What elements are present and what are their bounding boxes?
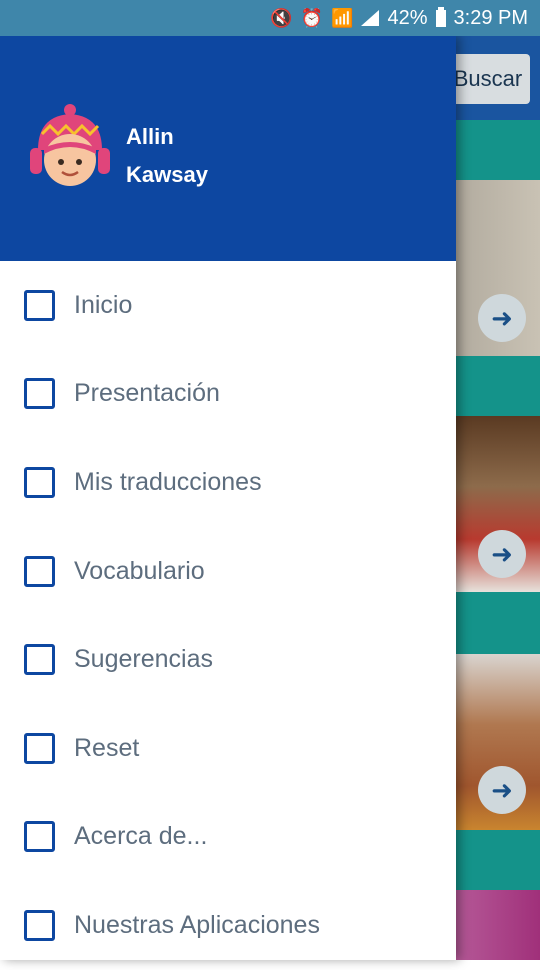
signal-icon xyxy=(361,10,380,26)
menu-item-mis-traducciones[interactable]: Mis traducciones xyxy=(0,438,456,527)
arrow-right-icon[interactable]: ➜ xyxy=(478,766,526,814)
menu-item-acerca-de[interactable]: Acerca de... xyxy=(0,793,456,882)
menu-item-label: Mis traducciones xyxy=(74,467,262,496)
clock: 3:29 PM xyxy=(453,6,528,29)
checkbox-icon xyxy=(24,644,55,676)
menu-item-sugerencias[interactable]: Sugerencias xyxy=(0,615,456,704)
status-bar: 🔇 ⏰ 📶 42% 3:29 PM xyxy=(0,0,540,36)
battery-charging-icon xyxy=(435,6,446,27)
wifi-icon: 📶 xyxy=(331,8,354,28)
checkbox-icon xyxy=(24,378,55,410)
profile-last-name: Kawsay xyxy=(126,162,208,187)
menu-item-label: Inicio xyxy=(74,290,133,319)
menu-item-vocabulario[interactable]: Vocabulario xyxy=(0,527,456,616)
menu-item-label: Presentación xyxy=(74,379,220,408)
menu-item-reset[interactable]: Reset xyxy=(0,704,456,793)
checkbox-icon xyxy=(24,555,55,587)
menu-item-inicio[interactable]: Inicio xyxy=(0,261,456,350)
checkbox-icon xyxy=(24,821,55,853)
status-icons: 🔇 ⏰ 📶 42% 3:29 PM xyxy=(270,0,528,36)
checkbox-icon xyxy=(24,909,55,941)
checkbox-icon xyxy=(24,732,55,764)
checkbox-icon xyxy=(24,466,55,498)
drawer-menu: Inicio Presentación Mis traducciones Voc… xyxy=(0,261,456,970)
menu-item-label: Sugerencias xyxy=(74,645,213,674)
navigation-drawer: Allin Kawsay Inicio Presentación Mis tra… xyxy=(0,36,456,960)
battery-percent: 42% xyxy=(387,6,428,29)
menu-item-label: Nuestras Aplicaciones xyxy=(74,910,320,939)
menu-item-presentacion[interactable]: Presentación xyxy=(0,350,456,439)
checkbox-icon xyxy=(24,289,55,321)
profile-name: Allin Kawsay xyxy=(126,118,208,194)
menu-item-label: Acerca de... xyxy=(74,822,208,851)
arrow-right-icon[interactable]: ➜ xyxy=(478,530,526,578)
menu-item-label: Reset xyxy=(74,733,140,762)
mute-icon: 🔇 xyxy=(270,8,293,28)
menu-item-nuestras-aplicaciones[interactable]: Nuestras Aplicaciones xyxy=(0,881,456,970)
search-button[interactable]: Buscar xyxy=(446,54,530,104)
drawer-header: Allin Kawsay xyxy=(0,36,456,261)
arrow-right-icon[interactable]: ➜ xyxy=(478,294,526,342)
avatar xyxy=(30,104,110,186)
menu-item-label: Vocabulario xyxy=(74,556,205,585)
alarm-icon: ⏰ xyxy=(300,8,324,28)
profile-first-name: Allin xyxy=(126,124,174,149)
